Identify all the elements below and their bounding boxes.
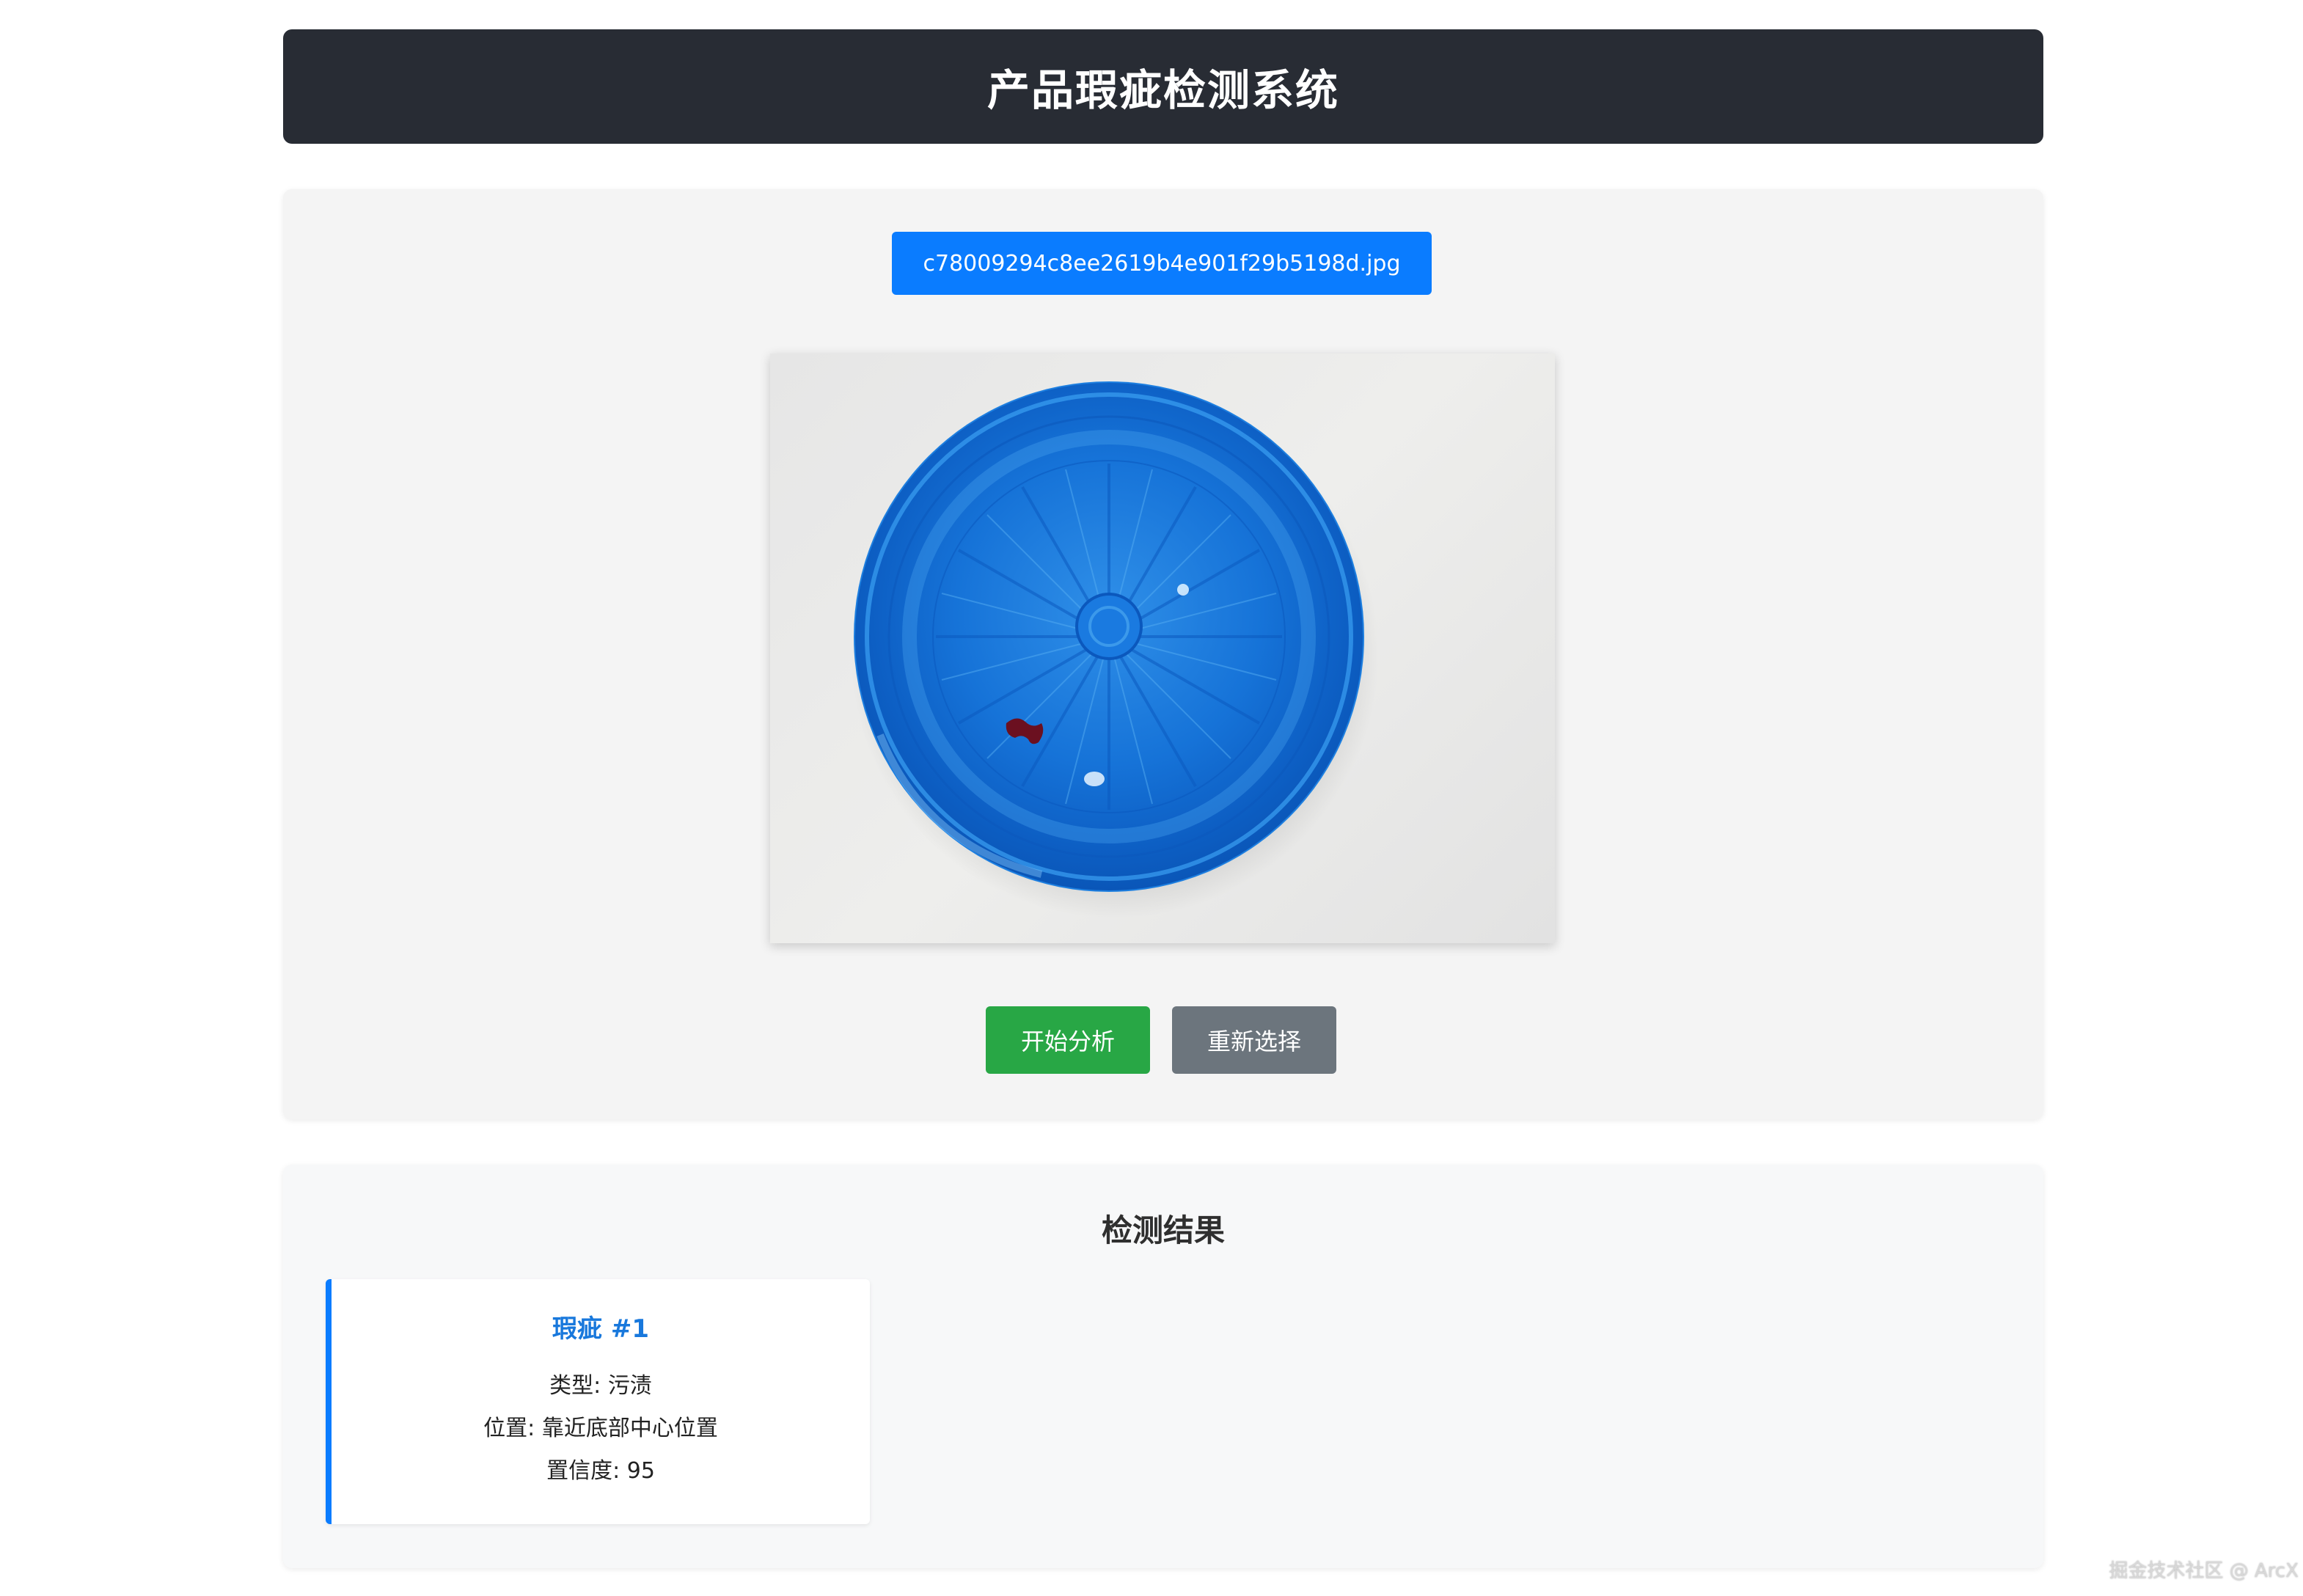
results-panel: 检测结果 瑕疵 #1 类型: 污渍 位置: 靠近底部中心位置 置信度: 95	[283, 1165, 2043, 1568]
defect-title: 瑕疵 #1	[552, 1314, 649, 1344]
product-image-preview	[770, 354, 1555, 943]
page: 产品瑕疵检测系统 c78009294c8ee2619b4e901f29b5198…	[0, 0, 2303, 1596]
defect-position-value: 靠近底部中心位置	[541, 1416, 718, 1441]
start-analysis-button[interactable]: 开始分析	[986, 1006, 1150, 1074]
file-select-button[interactable]: c78009294c8ee2619b4e901f29b5198d.jpg	[892, 232, 1432, 295]
results-title: 检测结果	[1101, 1212, 1225, 1248]
upload-panel: c78009294c8ee2619b4e901f29b5198d.jpg 开始分…	[283, 189, 2043, 1119]
product-image	[851, 381, 1379, 918]
defect-position-label: 位置:	[483, 1416, 535, 1441]
defect-type-row: 类型: 污渍	[332, 1367, 870, 1399]
defect-confidence-row: 置信度: 95	[332, 1452, 870, 1485]
defect-type-value: 污渍	[607, 1373, 652, 1399]
watermark: 掘金技术社区 @ ArcX	[2109, 1560, 2299, 1582]
app-header: 产品瑕疵检测系统	[283, 29, 2043, 144]
defect-position-row: 位置: 靠近底部中心位置	[332, 1410, 870, 1442]
defect-confidence-label: 置信度:	[546, 1458, 620, 1484]
defect-type-label: 类型:	[549, 1373, 601, 1399]
reselect-button[interactable]: 重新选择	[1172, 1006, 1336, 1074]
page-title: 产品瑕疵检测系统	[986, 65, 1339, 115]
defect-card: 瑕疵 #1 类型: 污渍 位置: 靠近底部中心位置 置信度: 95	[326, 1279, 870, 1524]
defect-confidence-value: 95	[626, 1458, 655, 1484]
